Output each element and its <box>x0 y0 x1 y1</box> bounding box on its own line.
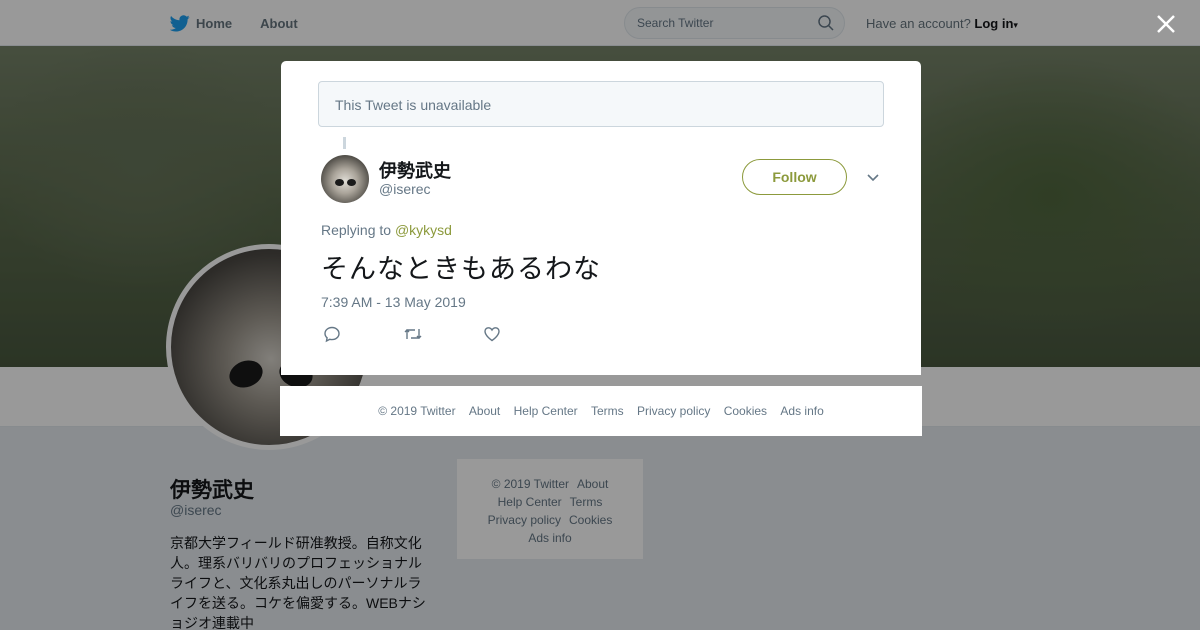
avatar-eye-right <box>347 179 356 186</box>
follow-button[interactable]: Follow <box>742 159 847 195</box>
tweet-actions <box>323 325 563 345</box>
avatar-eye-left <box>335 179 344 186</box>
tweet-author-avatar[interactable] <box>321 155 369 203</box>
modal-footer: © 2019 Twitter About Help Center Terms P… <box>280 386 922 436</box>
retweet-button[interactable] <box>403 325 483 345</box>
tweet-timestamp[interactable]: 7:39 AM - 13 May 2019 <box>321 294 466 310</box>
chevron-down-icon[interactable] <box>866 171 880 185</box>
footer-cookies-link[interactable]: Cookies <box>724 404 767 418</box>
unavailable-notice: This Tweet is unavailable <box>318 81 884 127</box>
footer-terms-link[interactable]: Terms <box>591 404 624 418</box>
retweet-icon <box>404 329 422 339</box>
tweet-author-name[interactable]: 伊勢武史 <box>379 157 451 183</box>
footer-copyright: © 2019 Twitter <box>378 404 456 418</box>
tweet-text: そんなときもあるわな <box>321 254 601 285</box>
replying-to: Replying to @kykysd <box>321 222 452 238</box>
tweet-author-handle[interactable]: @iserec <box>379 181 431 197</box>
footer-privacy-link[interactable]: Privacy policy <box>637 404 710 418</box>
like-button[interactable] <box>483 325 563 345</box>
footer-about-link[interactable]: About <box>469 404 500 418</box>
replying-mention-link[interactable]: @kykysd <box>395 222 452 238</box>
thread-connector <box>343 137 346 149</box>
footer-ads-link[interactable]: Ads info <box>780 404 823 418</box>
reply-icon <box>324 326 340 343</box>
footer-help-link[interactable]: Help Center <box>514 404 578 418</box>
replying-prefix: Replying to <box>321 222 392 238</box>
close-icon[interactable] <box>1154 12 1178 36</box>
tweet-permalink-modal: This Tweet is unavailable 伊勢武史 @iserec F… <box>281 61 921 375</box>
reply-button[interactable] <box>323 325 403 345</box>
heart-icon <box>484 327 500 342</box>
